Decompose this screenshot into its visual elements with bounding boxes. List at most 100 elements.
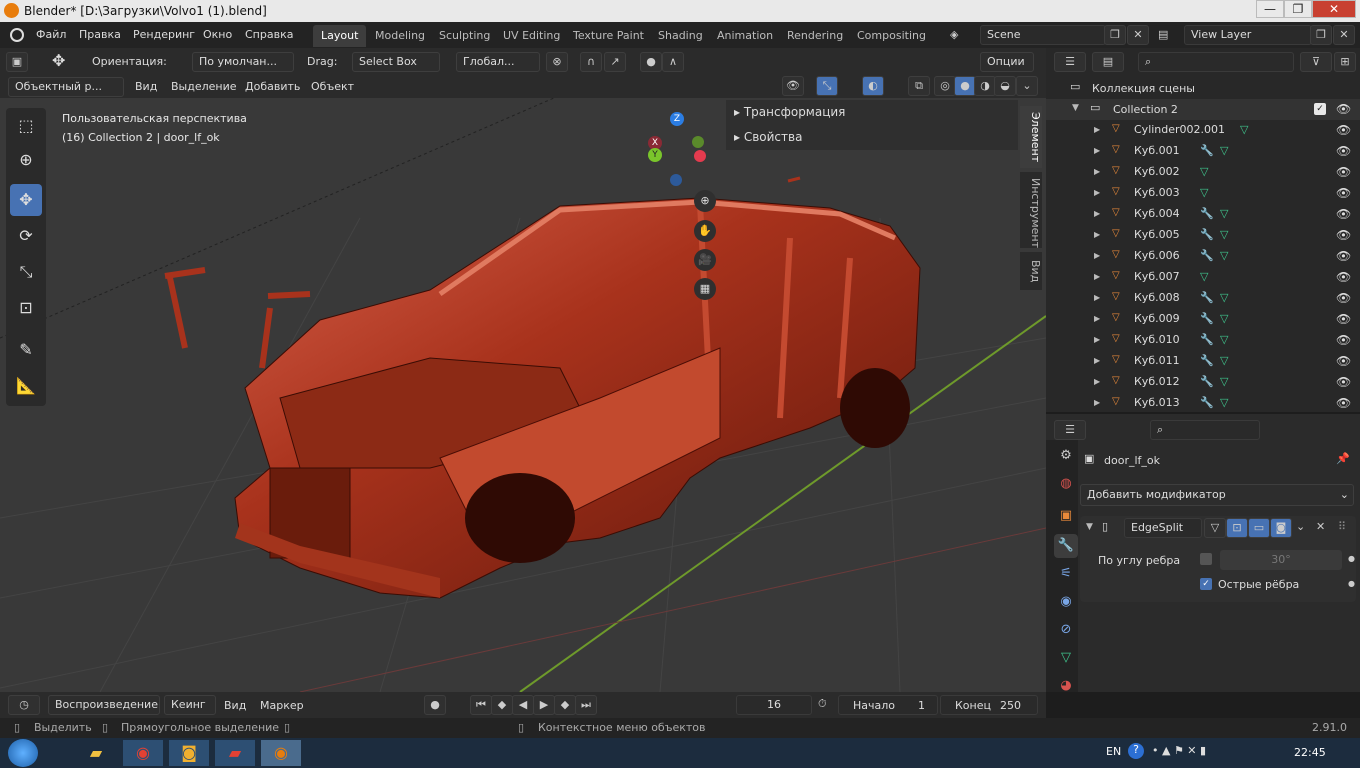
properties-section[interactable]: ▸ Свойства xyxy=(734,130,802,144)
outliner-object-row[interactable]: ▶ ▽ Куб.009 🔧 ▽ 👁 xyxy=(1046,309,1360,330)
select-box-tool-icon[interactable]: ⬚ xyxy=(10,110,42,142)
eye-icon[interactable]: 👁 xyxy=(1336,207,1351,221)
shading-options-icon[interactable]: ⌄ xyxy=(1016,76,1038,96)
properties-editor-icon[interactable]: ☰ xyxy=(1054,420,1086,440)
gizmo-z-axis[interactable]: Z xyxy=(670,112,684,126)
eye-icon[interactable]: 👁 xyxy=(1336,396,1351,410)
mesh-data-icon[interactable]: ▽ xyxy=(1220,207,1228,220)
transform-orientation-dropdown[interactable]: Глобал... xyxy=(456,52,540,72)
transform-tool-icon[interactable]: ⊡ xyxy=(10,292,42,324)
pivot-point-icon[interactable]: ⊗ xyxy=(546,52,568,72)
keyframe-dot-1[interactable]: ● xyxy=(1348,554,1355,563)
outliner-object-row[interactable]: ▶ ▽ Куб.012 🔧 ▽ 👁 xyxy=(1046,372,1360,393)
modifier-wrench-icon[interactable]: 🔧 xyxy=(1200,228,1214,241)
measure-tool-icon[interactable]: 📐 xyxy=(10,370,42,402)
outliner-object-row[interactable]: ▶ ▽ Куб.011 🔧 ▽ 👁 xyxy=(1046,351,1360,372)
maximize-button[interactable]: ❐ xyxy=(1284,0,1312,18)
3d-viewport[interactable]: Пользовательская перспектива (16) Collec… xyxy=(0,98,1046,692)
play-reverse-icon[interactable]: ◀ xyxy=(512,695,534,715)
modifier-wrench-icon[interactable]: 🔧 xyxy=(1200,354,1214,367)
overlay-toggle-icon[interactable]: ◐ xyxy=(862,76,884,96)
stopwatch-icon[interactable]: ⏱ xyxy=(818,697,827,711)
transform-pivot-icon[interactable]: ✥ xyxy=(52,51,65,70)
modifier-drag-icon[interactable]: ⠿ xyxy=(1338,520,1346,533)
menu-view[interactable]: Вид xyxy=(135,80,157,93)
view-layer-icon[interactable]: ▤ xyxy=(1158,28,1168,41)
mode-dropdown[interactable]: Объектный р... xyxy=(8,77,124,97)
world-tab-icon[interactable]: ◍ xyxy=(1054,472,1078,496)
expand-object-icon[interactable]: ▶ xyxy=(1094,314,1100,323)
tab-layout[interactable]: Layout xyxy=(313,25,367,47)
expand-object-icon[interactable]: ▶ xyxy=(1094,251,1100,260)
outliner-object-row[interactable]: ▶ ▽ Куб.005 🔧 ▽ 👁 xyxy=(1046,225,1360,246)
play-icon[interactable]: ▶ xyxy=(533,695,555,715)
data-tab-icon[interactable]: ▽ xyxy=(1054,646,1078,670)
modifier-tab-icon[interactable]: 🔧 xyxy=(1054,534,1078,558)
keying-menu[interactable]: Кеинг xyxy=(164,695,216,715)
blender-menu-icon[interactable] xyxy=(10,28,24,42)
cage-toggle-icon[interactable]: ⊡ xyxy=(1226,518,1248,538)
jump-start-icon[interactable]: ⏮ xyxy=(470,695,492,715)
solid-shading-icon[interactable]: ● xyxy=(954,76,976,96)
physics-tab-icon[interactable]: ◉ xyxy=(1054,590,1078,614)
current-frame-field[interactable]: 16 xyxy=(736,695,812,715)
drag-dropdown[interactable]: Select Box xyxy=(352,52,440,72)
outliner-object-row[interactable]: ▶ ▽ Cylinder002.001 ▽ 👁 xyxy=(1046,120,1360,141)
view-layer-remove-icon[interactable]: ✕ xyxy=(1333,25,1355,45)
tab-shading[interactable]: Shading xyxy=(650,25,711,47)
expand-object-icon[interactable]: ▶ xyxy=(1094,167,1100,176)
add-modifier-dropdown[interactable]: Добавить модификатор ⌄ xyxy=(1080,484,1354,506)
timeline-editor-icon[interactable]: ◷ xyxy=(8,695,40,715)
proportional-edit-icon[interactable]: ● xyxy=(640,52,662,72)
keyframe-dot-2[interactable]: ● xyxy=(1348,579,1355,588)
tab-item[interactable]: Элемент xyxy=(1020,106,1042,168)
modifier-wrench-icon[interactable]: 🔧 xyxy=(1200,333,1214,346)
eye-icon[interactable]: 👁 xyxy=(1336,333,1351,347)
start-button-icon[interactable] xyxy=(8,739,38,767)
gizmo-y-axis[interactable]: Y xyxy=(648,148,662,162)
scale-tool-icon[interactable]: ⤡ xyxy=(10,256,42,288)
start-frame-field[interactable]: Начало 1 xyxy=(838,695,938,715)
gizmo-toggle-icon[interactable]: ⤡ xyxy=(816,76,838,96)
outliner-object-row[interactable]: ▶ ▽ Куб.006 🔧 ▽ 👁 xyxy=(1046,246,1360,267)
tab-sculpting[interactable]: Sculpting xyxy=(431,25,498,47)
close-button[interactable]: ✕ xyxy=(1312,0,1356,18)
language-indicator[interactable]: EN xyxy=(1106,745,1121,758)
modifier-wrench-icon[interactable]: 🔧 xyxy=(1200,144,1214,157)
annotate-tool-icon[interactable]: ✎ xyxy=(10,334,42,366)
tab-compositing[interactable]: Compositing xyxy=(849,25,934,47)
pin-icon[interactable]: 📌 xyxy=(1336,452,1350,465)
modifier-wrench-icon[interactable]: 🔧 xyxy=(1200,249,1214,262)
mesh-data-icon[interactable]: ▽ xyxy=(1200,270,1208,283)
tab-texture-paint[interactable]: Texture Paint xyxy=(565,25,652,47)
view-layer-field[interactable]: View Layer xyxy=(1184,25,1312,45)
scene-remove-icon[interactable]: ✕ xyxy=(1127,25,1149,45)
outliner-object-row[interactable]: ▶ ▽ Куб.002 ▽ 👁 xyxy=(1046,162,1360,183)
object-tab-icon[interactable]: ▣ xyxy=(1054,504,1078,528)
eye-icon[interactable]: 👁 xyxy=(1336,249,1351,263)
mesh-data-icon[interactable]: ▽ xyxy=(1200,186,1208,199)
modifier-wrench-icon[interactable]: 🔧 xyxy=(1200,396,1214,409)
explorer-icon[interactable]: ▰ xyxy=(76,740,116,766)
mesh-data-icon[interactable]: ▽ xyxy=(1220,228,1228,241)
discord-icon[interactable]: ◙ xyxy=(169,740,209,766)
end-frame-field[interactable]: Конец 250 xyxy=(940,695,1038,715)
menu-select[interactable]: Выделение xyxy=(171,80,237,93)
constraints-tab-icon[interactable]: ⊘ xyxy=(1054,618,1078,642)
modifier-wrench-icon[interactable]: 🔧 xyxy=(1200,207,1214,220)
tab-modeling[interactable]: Modeling xyxy=(367,25,433,47)
eye-icon[interactable]: 👁 xyxy=(1336,375,1351,389)
mesh-data-icon[interactable]: ▽ xyxy=(1220,144,1228,157)
material-shading-icon[interactable]: ◑ xyxy=(974,76,996,96)
eye-icon[interactable]: 👁 xyxy=(1336,123,1351,137)
jump-end-icon[interactable]: ⏭ xyxy=(575,695,597,715)
filter-icon[interactable]: ⊽ xyxy=(1300,52,1332,72)
outliner-editor-icon[interactable]: ☰ xyxy=(1054,52,1086,72)
menu-edit[interactable]: Правка xyxy=(79,28,121,41)
minimize-button[interactable]: — xyxy=(1256,0,1284,18)
menu-help[interactable]: Справка xyxy=(245,28,293,41)
mesh-data-icon[interactable]: ▽ xyxy=(1220,249,1228,262)
scene-icon[interactable]: ◈ xyxy=(950,28,958,41)
outliner-object-row[interactable]: ▶ ▽ Куб.010 🔧 ▽ 👁 xyxy=(1046,330,1360,351)
modifier-wrench-icon[interactable]: 🔧 xyxy=(1200,291,1214,304)
